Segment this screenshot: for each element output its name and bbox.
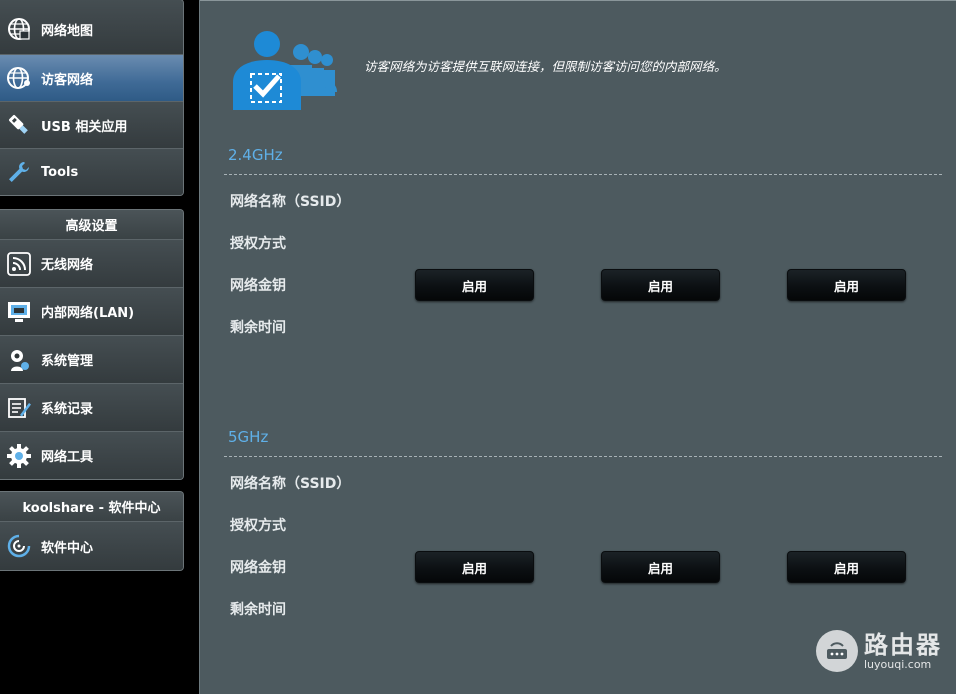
watermark-title: 路由器 [864,630,942,659]
enable-button[interactable]: 启用 [787,551,906,583]
gear-icon [5,442,33,470]
sidebar: 网络地图 访客网络 USB 相关应用 Tools 高级设置 无线网络 内部网络(… [0,0,184,694]
sidebar-item-label: 无线网络 [41,258,94,273]
ssid-label: 网络名称（SSID） [230,194,351,210]
enable-button[interactable]: 启用 [601,269,720,301]
ssid-label: 网络名称（SSID） [230,476,351,492]
divider [224,456,942,457]
page-description: 访客网络为访客提供互联网连接，但限制访客访问您的内部网络。 [364,59,727,74]
swirl-icon [5,532,33,560]
sidebar-item-label: 网络工具 [41,450,94,465]
koolshare-header: koolshare - 软件中心 [0,492,183,522]
time-remaining-label: 剩余时间 [230,602,286,618]
enable-button[interactable]: 启用 [601,551,720,583]
band-title-5g: 5GHz [228,428,269,446]
log-icon [5,394,33,422]
network-key-label: 网络金钥 [230,278,286,294]
software-center-menu: koolshare - 软件中心 软件中心 [0,491,184,571]
enable-button[interactable]: 启用 [415,551,534,583]
globe-icon [5,15,33,43]
router-logo-icon [816,630,858,672]
advanced-menu: 高级设置 无线网络 内部网络(LAN) 系统管理 系统记录 网络工具 [0,209,184,480]
sidebar-item-network-tools[interactable]: 网络工具 [0,431,183,479]
general-menu: 网络地图 访客网络 USB 相关应用 Tools [0,0,184,196]
sidebar-item-label: USB 相关应用 [41,119,128,135]
sidebar-item-wireless[interactable]: 无线网络 [0,240,183,287]
enable-button[interactable]: 启用 [787,269,906,301]
auth-method-label: 授权方式 [230,518,286,534]
lan-icon [5,298,33,326]
sidebar-item-label: 访客网络 [41,72,94,88]
admin-gear-icon [5,346,33,374]
auth-method-label: 授权方式 [230,236,286,252]
sidebar-item-administration[interactable]: 系统管理 [0,335,183,383]
watermark: 路由器 luyouqi.com [816,630,942,672]
wrench-icon [5,158,33,186]
sidebar-item-tools[interactable]: Tools [0,148,183,195]
sidebar-item-label: Tools [41,164,79,180]
sidebar-item-label: 系统管理 [41,354,94,369]
guest-users-icon [233,30,343,112]
enable-button[interactable]: 启用 [415,269,534,301]
divider [224,174,942,175]
sidebar-item-label: 网络地图 [41,23,94,39]
sidebar-item-label: 软件中心 [41,540,94,556]
top-divider [200,0,956,1]
watermark-url: luyouqi.com [864,657,932,671]
sidebar-item-software-center[interactable]: 软件中心 [0,522,183,570]
usb-icon [5,111,33,139]
sidebar-item-label: 系统记录 [41,402,94,417]
sidebar-item-network-map[interactable]: 网络地图 [0,0,183,54]
sidebar-item-guest-network[interactable]: 访客网络 [0,54,183,101]
time-remaining-label: 剩余时间 [230,320,286,336]
sidebar-item-system-log[interactable]: 系统记录 [0,383,183,431]
sidebar-item-lan[interactable]: 内部网络(LAN) [0,287,183,335]
advanced-settings-header: 高级设置 [0,210,183,240]
band-title-2g: 2.4GHz [228,146,283,164]
main-content: 访客网络为访客提供互联网连接，但限制访客访问您的内部网络。 2.4GHz 网络名… [199,0,956,694]
sidebar-item-usb[interactable]: USB 相关应用 [0,101,183,148]
sidebar-item-label: 内部网络(LAN) [41,306,135,321]
network-key-label: 网络金钥 [230,560,286,576]
globe-icon [5,64,33,92]
wifi-icon [5,250,33,278]
